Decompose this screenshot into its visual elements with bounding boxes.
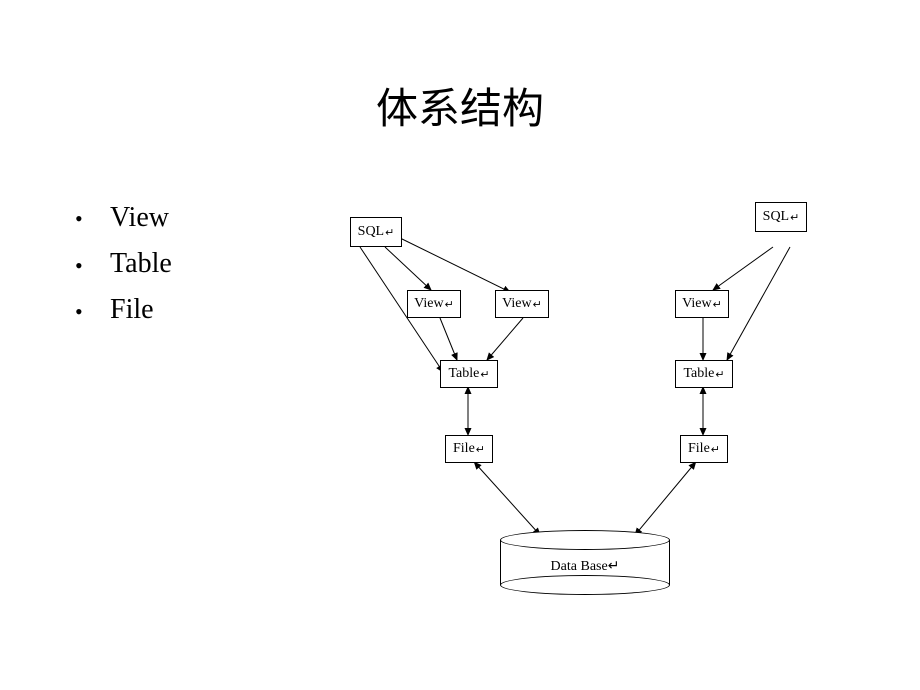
return-icon: ↵ xyxy=(476,443,485,456)
return-icon: ↵ xyxy=(711,443,720,456)
node-label: File xyxy=(688,441,710,457)
return-icon: ↵ xyxy=(608,559,620,574)
node-label: SQL xyxy=(358,224,384,240)
return-icon: ↵ xyxy=(480,368,489,381)
return-icon: ↵ xyxy=(385,226,394,239)
node-label: View xyxy=(414,296,443,312)
node-label: Table xyxy=(448,366,479,382)
node-view-2: View↵ xyxy=(495,290,549,318)
node-sql-right: SQL↵ xyxy=(755,202,807,232)
cylinder-bottom xyxy=(500,575,670,595)
node-file-1: File↵ xyxy=(445,435,493,463)
return-icon: ↵ xyxy=(445,298,454,311)
architecture-diagram: SQL↵ SQL↵ View↵ View↵ View↵ Table↵ Table… xyxy=(345,200,855,620)
node-label: Data Base↵ xyxy=(500,558,670,575)
node-label: SQL xyxy=(763,209,789,225)
node-label: File xyxy=(453,441,475,457)
return-icon: ↵ xyxy=(790,211,799,224)
return-icon: ↵ xyxy=(713,298,722,311)
node-view-3: View↵ xyxy=(675,290,729,318)
node-file-2: File↵ xyxy=(680,435,728,463)
return-icon: ↵ xyxy=(715,368,724,381)
node-table-1: Table↵ xyxy=(440,360,498,388)
list-item: View xyxy=(75,195,172,241)
node-label: Table xyxy=(683,366,714,382)
return-icon: ↵ xyxy=(533,298,542,311)
node-sql-left: SQL↵ xyxy=(350,217,402,247)
node-table-2: Table↵ xyxy=(675,360,733,388)
database-text: Data Base xyxy=(551,559,608,574)
node-view-1: View↵ xyxy=(407,290,461,318)
node-label: View xyxy=(502,296,531,312)
cylinder-top xyxy=(500,530,670,550)
list-item: Table xyxy=(75,241,172,287)
node-database: Data Base↵ xyxy=(500,530,670,595)
node-label: View xyxy=(682,296,711,312)
slide-title: 体系结构 xyxy=(0,0,920,136)
list-item: File xyxy=(75,287,172,333)
bullet-list: View Table File xyxy=(75,195,172,334)
